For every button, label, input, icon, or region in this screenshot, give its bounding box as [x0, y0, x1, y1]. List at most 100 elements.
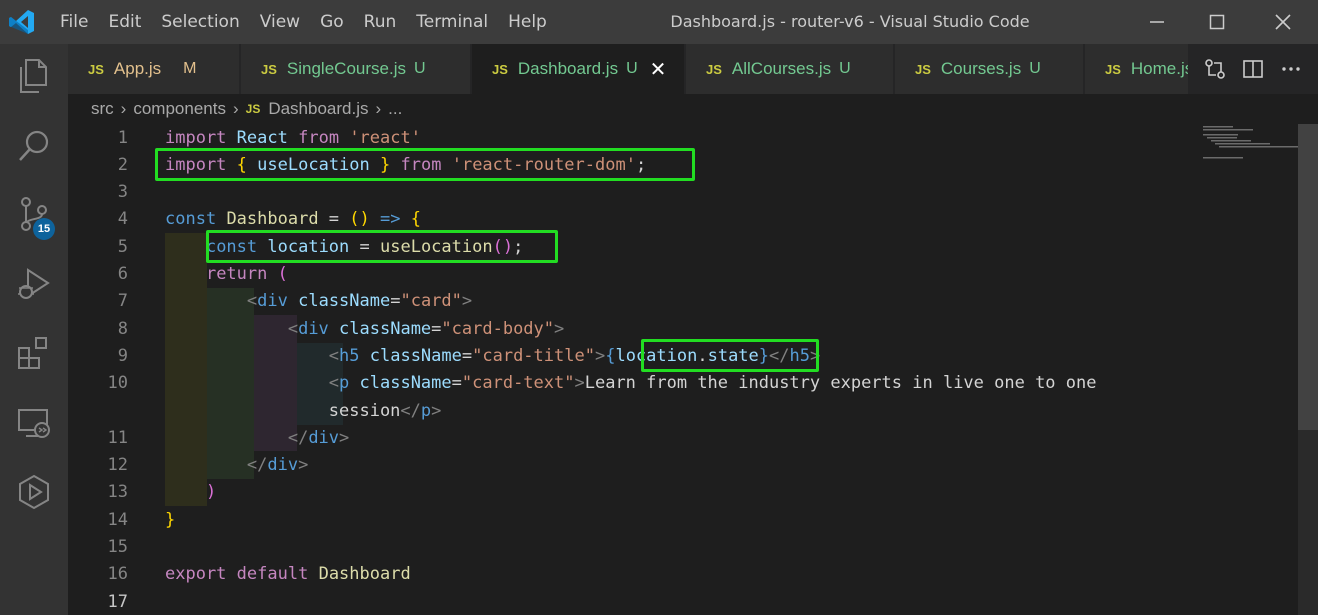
- window-title: Dashboard.js - router-v6 - Visual Studio…: [670, 12, 1030, 31]
- split-editor-icon[interactable]: [1242, 58, 1264, 80]
- menu-help[interactable]: Help: [508, 0, 547, 44]
- remote-explorer-button[interactable]: [12, 401, 56, 445]
- line-number: 3: [117, 182, 128, 203]
- line-number: 11: [107, 427, 128, 448]
- explorer-button[interactable]: [12, 54, 56, 98]
- vscode-logo-icon: [9, 10, 34, 34]
- scrollbar-thumb[interactable]: [1298, 124, 1318, 430]
- code-line: session</p>: [328, 400, 442, 421]
- line-number: 13: [107, 482, 128, 503]
- live-share-button[interactable]: [12, 470, 56, 514]
- more-actions-icon[interactable]: [1280, 58, 1302, 80]
- line-number: 17: [107, 591, 128, 612]
- line-number: 10: [107, 373, 128, 394]
- maximize-button[interactable]: [1192, 0, 1242, 44]
- extensions-button[interactable]: [12, 331, 56, 375]
- line-number: 1: [117, 127, 128, 148]
- line-number: 16: [107, 564, 128, 585]
- tab-allcourses-js[interactable]: JS AllCourses.js U: [686, 44, 894, 94]
- minimize-icon: [1150, 21, 1164, 23]
- minimap[interactable]: [1201, 124, 1301, 164]
- line-number: 15: [107, 537, 128, 557]
- code-line: <div className="card-body">: [287, 318, 565, 339]
- breadcrumb-symbol[interactable]: ...: [388, 99, 402, 119]
- line-number: 8: [117, 318, 128, 339]
- line-number: 5: [117, 236, 128, 257]
- tab-label: Home.js: [1130, 59, 1194, 78]
- menu-run[interactable]: Run: [364, 0, 397, 44]
- chevron-right-icon: ›: [375, 99, 382, 118]
- breadcrumb: src › components › JS Dashboard.js › ...: [68, 94, 1318, 124]
- tab-dashboard-js[interactable]: JS Dashboard.js U ✕: [472, 44, 685, 94]
- activity-bar: 15: [0, 44, 68, 615]
- chevron-right-icon: ›: [232, 99, 239, 118]
- chevron-right-icon: ›: [120, 99, 127, 118]
- run-debug-icon: [18, 268, 50, 299]
- tab-courses-js[interactable]: JS Courses.js U: [895, 44, 1084, 94]
- breadcrumb-src[interactable]: src: [91, 99, 114, 119]
- title-bar: File Edit Selection View Go Run Terminal…: [0, 0, 1318, 44]
- code-line: </div>: [246, 455, 309, 476]
- tab-status: U: [626, 60, 638, 77]
- tab-status: U: [413, 60, 426, 77]
- code-editor[interactable]: 1 2 3 4 5 6 7 8 9 10 11 12 13 14 15 16 1…: [68, 124, 1318, 615]
- extensions-icon: [18, 337, 47, 369]
- tab-singlecourse-js[interactable]: JS SingleCourse.js U: [241, 44, 471, 94]
- run-debug-button[interactable]: [12, 262, 56, 306]
- menu-view[interactable]: View: [260, 0, 300, 44]
- close-icon: [1275, 14, 1291, 30]
- close-window-button[interactable]: [1258, 0, 1308, 44]
- line-number: 12: [107, 455, 128, 476]
- code-line: </div>: [287, 427, 350, 448]
- tab-status: U: [839, 60, 851, 77]
- line-number: 4: [117, 209, 128, 230]
- highlight-box: [206, 230, 558, 263]
- js-file-icon: JS: [261, 61, 277, 77]
- highlight-box: [641, 339, 819, 372]
- line-number: 14: [107, 509, 128, 530]
- highlight-box: [155, 148, 695, 181]
- editor-tab-bar: JS App.js M JS SingleCourse.js U JS Dash…: [68, 44, 1318, 94]
- breadcrumb-components[interactable]: components: [133, 99, 226, 119]
- code-line: <div className="card">: [246, 291, 473, 312]
- menu-bar: File Edit Selection View Go Run Terminal…: [60, 0, 567, 44]
- search-button[interactable]: [12, 124, 56, 168]
- open-changes-icon[interactable]: [1204, 58, 1226, 80]
- line-number: 9: [117, 345, 128, 366]
- tab-label: SingleCourse.js: [286, 59, 406, 78]
- code-line: <p className="card-text">Learn from the …: [328, 373, 1097, 394]
- editor-actions: [1188, 44, 1318, 94]
- tab-close-icon[interactable]: ✕: [650, 57, 667, 81]
- maximize-icon: [1209, 14, 1225, 30]
- js-file-icon: JS: [245, 102, 261, 116]
- code-line: export default Dashboard: [165, 564, 411, 585]
- minimize-button[interactable]: [1132, 0, 1182, 44]
- js-file-icon: JS: [1105, 61, 1121, 77]
- search-icon: [19, 130, 49, 161]
- menu-terminal[interactable]: Terminal: [416, 0, 488, 44]
- menu-file[interactable]: File: [60, 0, 88, 44]
- live-share-icon: [19, 474, 49, 510]
- tab-label: App.js: [113, 59, 162, 78]
- code-line: ): [205, 482, 217, 503]
- line-number: 2: [117, 154, 128, 175]
- menu-go[interactable]: Go: [320, 0, 344, 44]
- tab-status: M: [183, 60, 197, 77]
- breadcrumb-file[interactable]: Dashboard.js: [268, 99, 368, 119]
- explorer-icon: [20, 59, 47, 93]
- js-file-icon: JS: [88, 61, 104, 77]
- menu-edit[interactable]: Edit: [108, 0, 141, 44]
- code-line: return (: [205, 264, 288, 284]
- tab-label: Courses.js: [940, 59, 1022, 78]
- tab-label: AllCourses.js: [731, 59, 832, 78]
- js-file-icon: JS: [706, 61, 722, 77]
- source-control-badge: 15: [33, 218, 55, 240]
- code-line: }: [165, 509, 176, 530]
- tab-label: Dashboard.js: [517, 59, 619, 78]
- menu-selection[interactable]: Selection: [161, 0, 239, 44]
- tab-status: U: [1029, 60, 1041, 77]
- js-file-icon: JS: [915, 61, 931, 77]
- tab-app-js[interactable]: JS App.js M: [68, 44, 240, 94]
- remote-explorer-icon: [18, 409, 50, 438]
- js-file-icon: JS: [492, 61, 508, 77]
